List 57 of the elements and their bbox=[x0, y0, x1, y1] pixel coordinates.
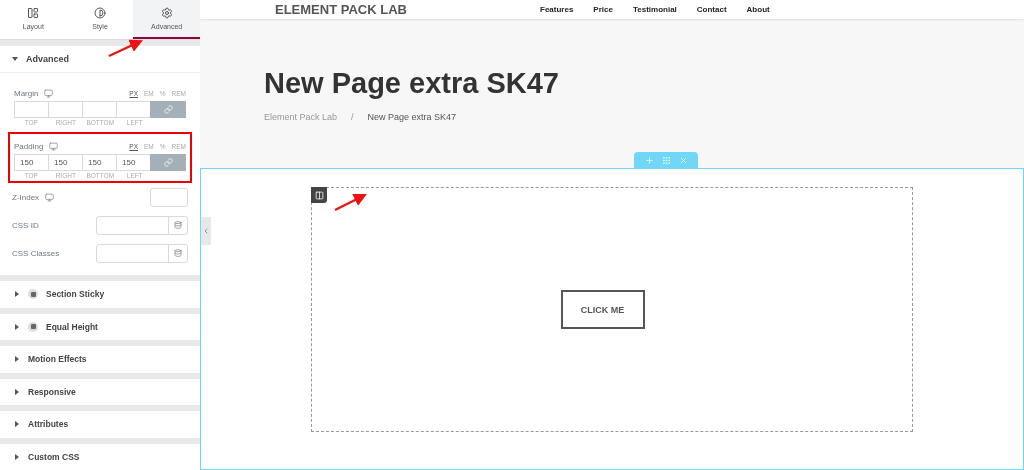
section-header[interactable]: Advanced bbox=[0, 46, 200, 74]
page-section[interactable]: CLICK ME bbox=[200, 168, 1024, 470]
collapse-handle[interactable] bbox=[201, 217, 211, 245]
add-icon[interactable] bbox=[644, 155, 654, 165]
monitor-icon[interactable] bbox=[44, 88, 54, 98]
field-label: Z-Index bbox=[12, 192, 40, 202]
site-logo[interactable]: ELEMENT PACK LAB bbox=[275, 1, 540, 17]
dimension-input[interactable]: 150 bbox=[14, 154, 48, 172]
field-label: Margin bbox=[14, 88, 39, 98]
half-circle-icon bbox=[94, 7, 106, 20]
link-values-button[interactable] bbox=[150, 101, 186, 119]
database-icon[interactable] bbox=[174, 249, 182, 258]
section-header[interactable]: Section Sticky bbox=[0, 281, 200, 308]
link-icon bbox=[163, 105, 173, 115]
chevron-left-icon bbox=[202, 227, 210, 235]
nav-link[interactable]: Price bbox=[593, 4, 613, 14]
dimension-input[interactable] bbox=[82, 101, 116, 119]
link-icon bbox=[163, 158, 173, 168]
nav-link[interactable]: Contact bbox=[696, 4, 727, 14]
database-icon[interactable] bbox=[174, 221, 182, 230]
dimension-input[interactable]: 150 bbox=[48, 154, 82, 172]
monitor-icon[interactable] bbox=[45, 192, 55, 202]
breadcrumb-separator: / bbox=[351, 111, 354, 122]
column-handle[interactable] bbox=[311, 187, 327, 203]
addon-badge-icon bbox=[28, 321, 38, 332]
css-classes-input[interactable] bbox=[96, 243, 188, 263]
field-label: CSS ID bbox=[12, 220, 39, 230]
css-id-input[interactable] bbox=[96, 215, 188, 235]
nav-link[interactable]: About bbox=[746, 4, 770, 14]
click-me-button[interactable]: CLICK ME bbox=[560, 290, 645, 329]
field-label: CSS Classes bbox=[12, 248, 60, 258]
nav-link[interactable]: Testimonial bbox=[632, 4, 677, 14]
layout-icon bbox=[27, 7, 40, 20]
drag-handle-icon[interactable] bbox=[661, 155, 671, 165]
column-area[interactable]: CLICK ME bbox=[311, 187, 913, 432]
section-toolbar[interactable] bbox=[634, 152, 698, 168]
dimension-input[interactable] bbox=[48, 101, 82, 119]
section-header[interactable]: Equal Height bbox=[0, 313, 200, 341]
page-title: New Page extra SK47 bbox=[264, 66, 560, 100]
dimension-input[interactable] bbox=[116, 101, 150, 119]
link-values-button[interactable] bbox=[150, 154, 186, 172]
columns-icon bbox=[314, 190, 324, 200]
section-header[interactable]: Attributes bbox=[0, 411, 200, 438]
section-header[interactable]: Motion Effects bbox=[0, 346, 200, 373]
section-header[interactable]: Responsive bbox=[0, 378, 200, 406]
settings-icon bbox=[160, 7, 173, 20]
breadcrumb-item: New Page extra SK47 bbox=[367, 111, 457, 122]
dimension-input[interactable]: 150 bbox=[82, 154, 116, 172]
z-index-input[interactable] bbox=[150, 187, 188, 207]
nav-link[interactable]: Features bbox=[540, 4, 574, 14]
dimension-input[interactable] bbox=[14, 101, 48, 119]
field-label: Padding bbox=[14, 141, 44, 151]
section-header[interactable]: Custom CSS bbox=[0, 443, 200, 470]
close-icon[interactable] bbox=[678, 155, 688, 165]
dimension-input[interactable]: 150 bbox=[116, 154, 150, 172]
monitor-icon[interactable] bbox=[49, 141, 59, 151]
addon-badge-icon bbox=[28, 289, 38, 300]
